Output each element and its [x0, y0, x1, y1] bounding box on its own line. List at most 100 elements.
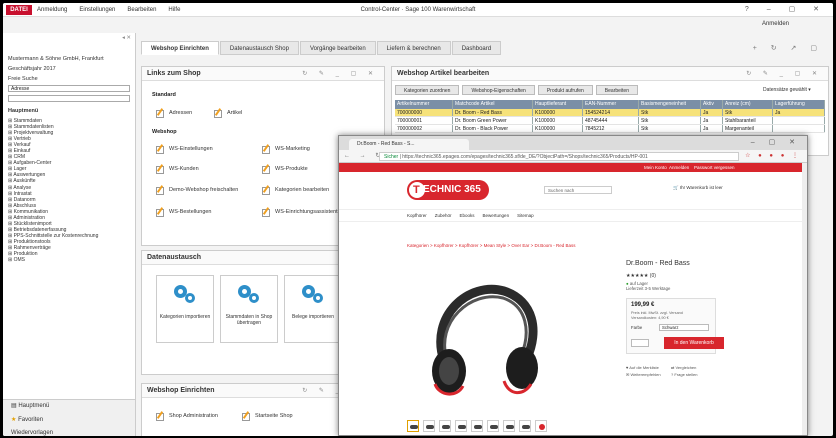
farbe-select[interactable]: Schwarz [659, 324, 709, 331]
link-ws-kunden[interactable]: WS-Kunden [156, 165, 199, 174]
link-anmelden[interactable]: Anmelden [669, 163, 689, 172]
shop-search-input[interactable]: Suchen nach [544, 186, 612, 194]
tab-toolbar-icons[interactable]: + ↻ ↗ ▢ [753, 44, 823, 52]
column-header[interactable]: Aktiv [701, 100, 723, 109]
company-name: Mustermann & Söhne GmbH, Frankfurt [8, 56, 104, 62]
browser-window-controls[interactable]: – ▢ ✕ [751, 138, 801, 146]
browser-extension-icons[interactable]: ☆ ● ● ● ⋮ [745, 152, 801, 159]
cart-summary[interactable]: 🛒 Ihr Warenkorb ist leer [673, 185, 723, 191]
thumbnail[interactable] [535, 420, 547, 432]
thumbnail[interactable] [455, 420, 467, 432]
pane-controls[interactable]: ◂ ✕ [122, 35, 131, 41]
link-startseite-shop[interactable]: Startseite Shop [242, 412, 293, 421]
rating-stars[interactable]: ★★★★★ (0) [626, 273, 656, 279]
column-header[interactable]: Lagerführung [773, 100, 825, 109]
url-input[interactable]: Sicher | https://technic365.epages.com/e… [379, 152, 739, 161]
search-input[interactable] [8, 95, 130, 102]
tab-datenaustausch-shop[interactable]: Datenaustausch Shop [219, 41, 299, 55]
column-header[interactable]: Basismengeneinheit [639, 100, 701, 109]
nav-ebooks[interactable]: Ebooks [460, 213, 475, 218]
star-icon: ★ [11, 417, 17, 423]
nav-kopfhoerer[interactable]: Kopfhörer [407, 213, 427, 218]
link-demo-webshop[interactable]: Demo-Webshop freischalten [156, 186, 238, 195]
tree-item[interactable]: ⊞ OMS [8, 257, 98, 263]
link-vergleichen[interactable]: ⇄ Vergleichen [671, 364, 716, 371]
thumbnail[interactable] [519, 420, 531, 432]
tab-webshop-einrichten[interactable]: Webshop Einrichten [141, 41, 219, 55]
link-ws-einstellungen[interactable]: WS-Einstellungen [156, 145, 213, 154]
column-header[interactable]: Matchcode Artikel [453, 100, 533, 109]
thumbnail[interactable] [439, 420, 451, 432]
table-row[interactable]: 700000002 Dr. Boom - Black Power K100000… [395, 125, 825, 133]
column-header[interactable]: EAN-Nummer [583, 100, 639, 109]
tab-vorgaenge-bearbeiten[interactable]: Vorgänge bearbeiten [299, 41, 376, 55]
app-window: DATEI Anmeldung Einstellungen Bearbeiten… [3, 3, 833, 436]
tab-dashboard[interactable]: Dashboard [451, 41, 502, 55]
tile-kategorien-importieren[interactable]: Kategorien importieren [156, 275, 214, 343]
filter-dropdown[interactable]: Datensätze gewählt ▾ [763, 87, 811, 93]
browser-scrollbar[interactable] [802, 163, 807, 435]
column-header[interactable]: Hauptlieferant [533, 100, 583, 109]
bottom-nav-wiedervorlagen[interactable]: Wiedervorlagen [11, 430, 53, 436]
bottom-nav-hauptmenu[interactable]: ▤ Hauptmenü [11, 402, 49, 409]
bearbeiten-button[interactable]: Bearbeiten [595, 85, 638, 95]
product-meta: ● auf Lager Lieferzeit 3-5 Werktage [626, 281, 671, 291]
search-type-select[interactable]: Adresse [8, 85, 130, 92]
webshop-eigenschaften-button[interactable]: Webshop-Eigenschaften [462, 85, 535, 95]
product-links: ♥ Auf die Merkliste ⇄ Vergleichen ✉ Weit… [626, 364, 716, 378]
column-header[interactable]: Artikelnummer [395, 100, 453, 109]
shop-logo[interactable]: ECHNIC 365 [407, 180, 489, 200]
tree-root[interactable]: Hauptmenü [8, 108, 38, 114]
table-row[interactable]: 700000000 Dr. Boom - Red Bass K100000 15… [395, 109, 825, 117]
add-to-cart-button[interactable]: In den Warenkorb [664, 337, 724, 349]
link-frage-stellen[interactable]: ? Frage stellen [671, 371, 716, 378]
link-ws-marketing[interactable]: WS-Marketing [262, 145, 310, 154]
link-ws-einrichtungsassistent[interactable]: WS-Einrichtungsassistent [262, 208, 338, 217]
quantity-input[interactable] [631, 339, 649, 347]
link-mein-konto[interactable]: Mein Konto [644, 163, 667, 172]
thumbnail[interactable] [503, 420, 515, 432]
link-merkliste[interactable]: ♥ Auf die Merkliste [626, 364, 671, 371]
panel-controls[interactable]: ↻ ✎ _ ▢ ✕ [746, 67, 822, 81]
thumbnail[interactable] [471, 420, 483, 432]
link-shop-administration[interactable]: Shop Administration [156, 412, 218, 421]
nav-zubehoer[interactable]: Zubehör [435, 213, 452, 218]
browser-tab-bar: Dr.Boom - Red Bass - S... – ▢ ✕ [339, 136, 807, 150]
link-artikel[interactable]: Artikel [214, 109, 242, 118]
tile-belege-importieren[interactable]: Belege importieren [284, 275, 342, 343]
link-kategorien-bearbeiten[interactable]: Kategorien bearbeiten [262, 186, 329, 195]
link-passwort-vergessen[interactable]: Passwort vergessen [694, 163, 735, 172]
thumbnail[interactable] [423, 420, 435, 432]
thumbnail[interactable] [407, 420, 419, 432]
link-ws-produkte[interactable]: WS-Produkte [262, 165, 308, 174]
produkt-aufrufen-button[interactable]: Produkt aufrufen [537, 85, 593, 95]
browser-tab[interactable]: Dr.Boom - Red Bass - S... [349, 139, 469, 150]
edit-icon [214, 109, 222, 118]
artikel-grid: Artikelnummer Matchcode Artikel Hauptlie… [395, 100, 825, 133]
panel-controls[interactable]: ↻ ✎ _ ▢ ✕ [302, 67, 378, 81]
login-link[interactable]: Anmelden [762, 21, 789, 27]
breadcrumb[interactable]: Kategorien > Kopfhörer > Kopfhörer > Mea… [407, 243, 575, 248]
kategorien-zuordnen-button[interactable]: Kategorien zuordnen [395, 85, 460, 95]
bottom-nav-favoriten[interactable]: ★ Favoriten [11, 416, 43, 423]
nav-bewertungen[interactable]: Bewertungen [483, 213, 510, 218]
table-row[interactable]: 700000001 Dr. Boom Green Power K100000 4… [395, 117, 825, 125]
browser-window: Dr.Boom - Red Bass - S... – ▢ ✕ ← → ↻ Si… [338, 135, 808, 436]
thumbnail[interactable] [487, 420, 499, 432]
link-adressen[interactable]: Adressen [156, 109, 192, 118]
column-header[interactable]: Anreiz (cm) [723, 100, 773, 109]
product-title: Dr.Boom - Red Bass [626, 260, 690, 267]
link-weiterempfehlen[interactable]: ✉ Weiterempfehlen [626, 371, 671, 378]
edit-icon [242, 412, 250, 421]
tab-liefern-berechnen[interactable]: Liefern & berechnen [376, 41, 451, 55]
product-image[interactable] [409, 276, 559, 406]
edit-icon [262, 145, 270, 154]
shop-nav: Kopfhörer Zubehör Ebooks Bewertungen Sit… [339, 210, 807, 222]
nav-sitemap[interactable]: Sitemap [517, 213, 534, 218]
shop-header: ECHNIC 365 Suchen nach 🛒 Ihr Warenkorb i… [339, 172, 807, 210]
window-controls[interactable]: ? – ▢ ✕ [745, 5, 827, 13]
left-navigation-pane: ◂ ✕ Mustermann & Söhne GmbH, Frankfurt G… [3, 33, 136, 436]
tile-stammdaten-uebertragen[interactable]: Stammdaten in Shop übertragen [220, 275, 278, 343]
gears-icon [302, 285, 326, 305]
link-ws-bestellungen[interactable]: WS-Bestellungen [156, 208, 212, 217]
